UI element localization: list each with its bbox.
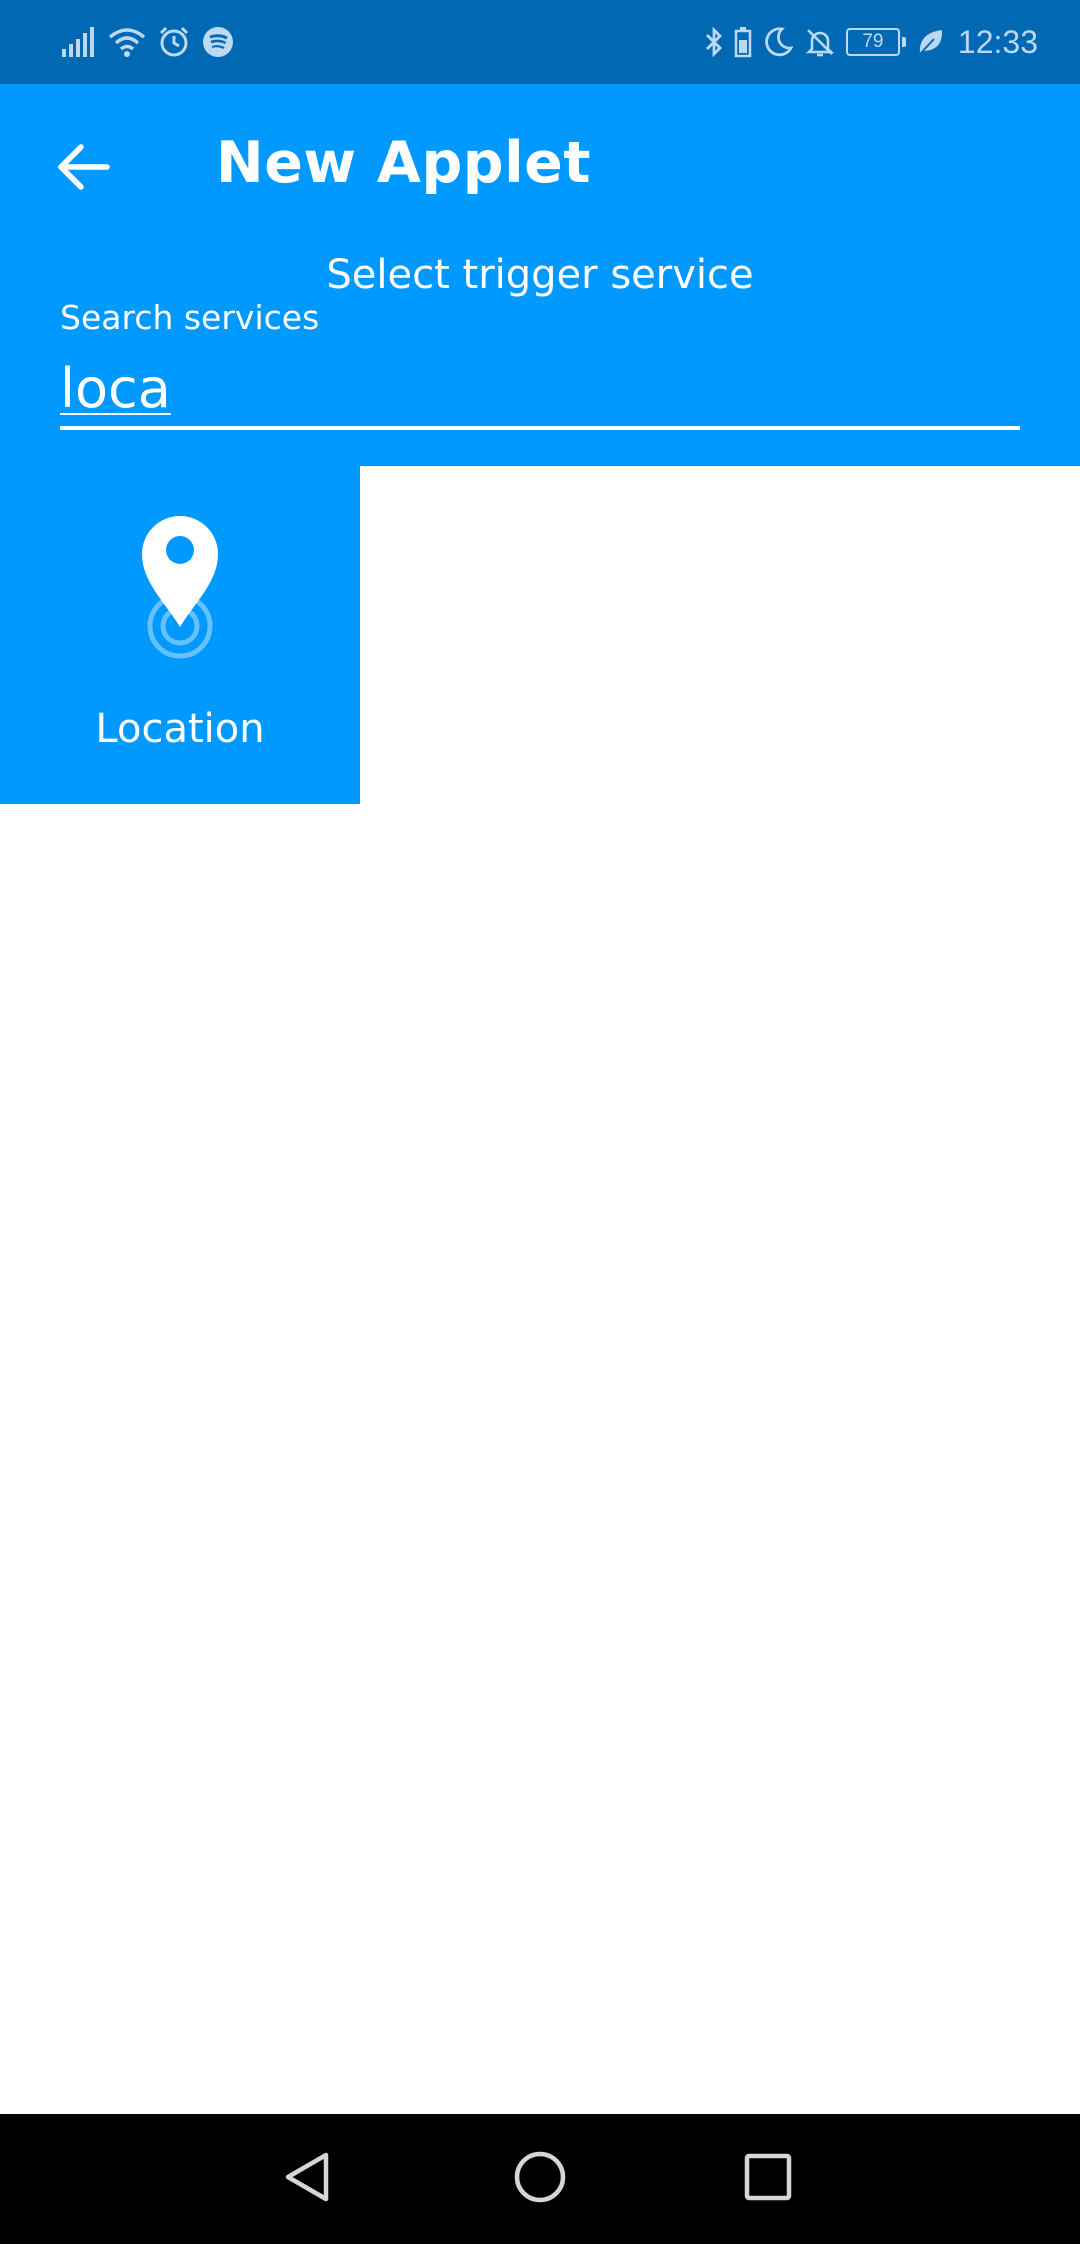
- system-nav-bar: [0, 2114, 1080, 2244]
- page-title: New Applet: [216, 130, 592, 196]
- status-time: 12:33: [957, 23, 1038, 60]
- signal-icon: [62, 27, 96, 57]
- leaf-icon: [916, 27, 944, 57]
- home-circle-icon: [512, 2149, 568, 2209]
- search-input[interactable]: [60, 350, 1020, 426]
- alarm-icon: [158, 26, 190, 58]
- battery-icon: 79: [845, 28, 906, 56]
- nav-home-button[interactable]: [505, 2144, 575, 2214]
- recents-square-icon: [740, 2149, 796, 2209]
- moon-icon: [762, 26, 794, 58]
- status-right-icons: 79 12:33: [704, 0, 1038, 84]
- back-button[interactable]: [44, 134, 124, 204]
- status-left-icons: [62, 0, 234, 84]
- back-triangle-icon: [280, 2149, 336, 2209]
- battery-saver-icon: [734, 26, 752, 58]
- service-tile-label: Location: [95, 706, 265, 752]
- service-tile-location[interactable]: Location: [0, 466, 360, 804]
- location-pin-icon: [135, 512, 225, 662]
- arrow-left-icon: [57, 143, 111, 195]
- bluetooth-icon: [704, 26, 724, 58]
- wifi-icon: [108, 26, 146, 58]
- search-field: [60, 350, 1020, 430]
- search-label: Search services: [60, 298, 320, 337]
- status-bar: 79 12:33: [0, 0, 1080, 84]
- battery-level: 79: [862, 31, 884, 52]
- page-subtitle: Select trigger service: [326, 252, 754, 298]
- nav-recents-button[interactable]: [733, 2144, 803, 2214]
- nav-back-button[interactable]: [273, 2144, 343, 2214]
- bell-off-icon: [804, 26, 836, 58]
- app-header: New Applet Select trigger service Search…: [0, 84, 1080, 466]
- spotify-icon: [202, 26, 234, 58]
